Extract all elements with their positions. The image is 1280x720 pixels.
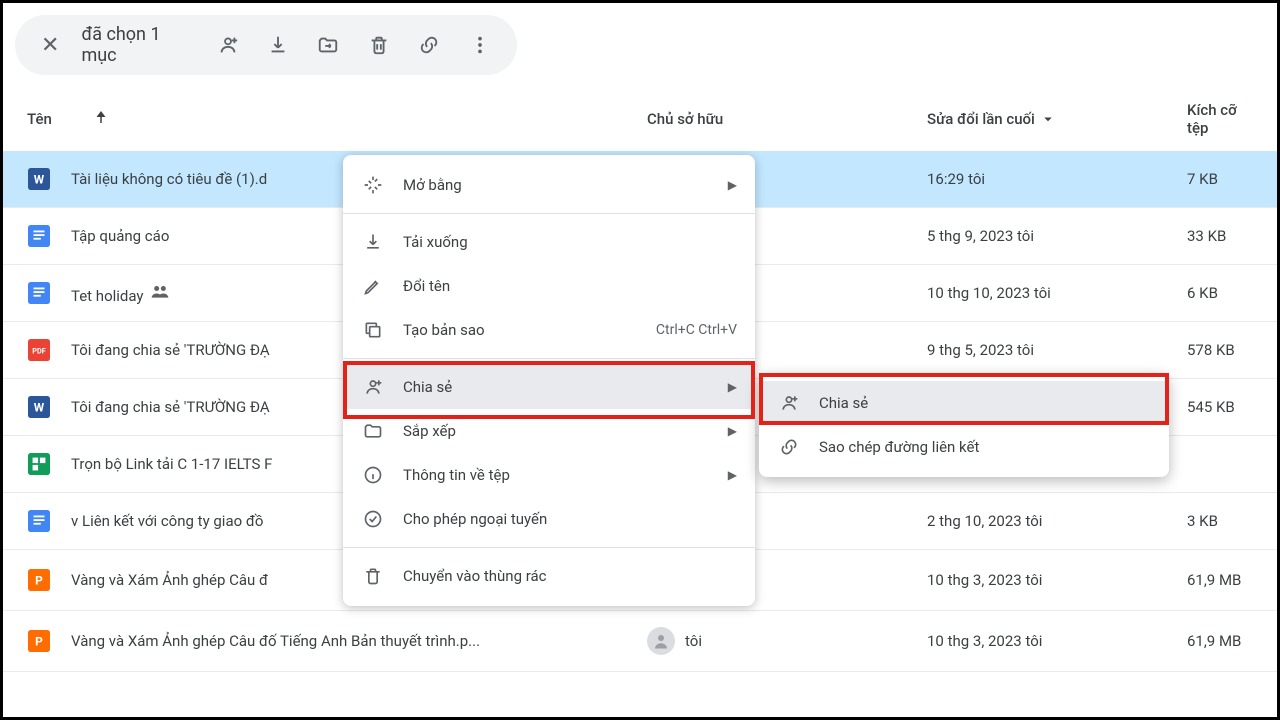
- menu-open-with[interactable]: Mở bằng ▶: [343, 163, 755, 207]
- modified-date: 10 thg 3, 2023 tôi: [927, 632, 1187, 650]
- modified-date: 10 thg 3, 2023 tôi: [927, 571, 1187, 589]
- share-icon: [777, 393, 801, 413]
- chevron-right-icon: ▶: [728, 380, 737, 394]
- menu-offline[interactable]: Cho phép ngoại tuyến: [343, 497, 755, 541]
- file-size: 6 KB: [1187, 284, 1257, 302]
- file-size: 33 KB: [1187, 227, 1257, 245]
- file-name: Tài liệu không có tiêu đề (1).d: [71, 170, 267, 188]
- folder-icon: [361, 421, 385, 441]
- pdf-file-icon: PDF: [27, 338, 51, 362]
- modified-date: 9 thg 5, 2023 tôi: [927, 341, 1187, 359]
- word-file-icon: W: [27, 395, 51, 419]
- menu-rename[interactable]: Đổi tên: [343, 264, 755, 308]
- share-submenu: Chia sẻ Sao chép đường liên kết: [759, 373, 1169, 477]
- file-row[interactable]: P Vàng và Xám Ảnh ghép Câu đố Tiếng Anh B…: [3, 611, 1277, 672]
- svg-text:W: W: [34, 401, 45, 415]
- column-name[interactable]: Tên: [27, 110, 52, 128]
- column-modified[interactable]: Sửa đổi lần cuối: [927, 110, 1187, 128]
- rename-icon: [361, 276, 385, 296]
- offline-icon: [361, 509, 385, 529]
- sheets-file-icon: [27, 452, 51, 476]
- file-name: Trọn bộ Link tải C 1-17 IELTS F: [71, 455, 272, 473]
- menu-organize[interactable]: Sắp xếp ▶: [343, 409, 755, 453]
- menu-divider: [343, 547, 755, 548]
- sort-asc-icon[interactable]: [92, 108, 110, 130]
- file-size: 61,9 MB: [1187, 571, 1257, 589]
- modified-date: 5 thg 9, 2023 tôi: [927, 227, 1187, 245]
- slides-file-icon: P: [27, 568, 51, 592]
- file-name: Tập quảng cáo: [71, 227, 169, 245]
- download-icon: [361, 232, 385, 252]
- context-menu: Mở bằng ▶ Tải xuống Đổi tên Tạo bản sao …: [343, 155, 755, 606]
- link-icon: [777, 437, 801, 457]
- file-size: 578 KB: [1187, 341, 1257, 359]
- file-name: v Liên kết với công ty giao đồ: [71, 512, 263, 530]
- file-name: Tet holiday: [71, 281, 170, 305]
- submenu-share[interactable]: Chia sẻ: [759, 381, 1169, 425]
- file-size: 61,9 MB: [1187, 632, 1257, 650]
- move-icon[interactable]: [311, 23, 345, 67]
- chevron-right-icon: ▶: [728, 178, 737, 192]
- column-owner[interactable]: Chủ sở hữu: [647, 110, 927, 128]
- copy-icon: [361, 320, 385, 340]
- close-icon[interactable]: ✕: [35, 29, 65, 62]
- file-name: Tôi đang chia sẻ 'TRƯỜNG ĐẠ: [71, 398, 270, 416]
- file-size: 7 KB: [1187, 170, 1257, 188]
- word-file-icon: W: [27, 167, 51, 191]
- menu-divider: [343, 358, 755, 359]
- menu-make-copy[interactable]: Tạo bản sao Ctrl+C Ctrl+V: [343, 308, 755, 352]
- menu-trash[interactable]: Chuyển vào thùng rác: [343, 554, 755, 598]
- chevron-right-icon: ▶: [728, 468, 737, 482]
- svg-text:P: P: [35, 635, 43, 649]
- svg-text:P: P: [35, 574, 43, 588]
- menu-file-info[interactable]: Thông tin về tệp ▶: [343, 453, 755, 497]
- svg-text:W: W: [34, 173, 45, 187]
- submenu-copy-link[interactable]: Sao chép đường liên kết: [759, 425, 1169, 469]
- menu-divider: [343, 213, 755, 214]
- chevron-right-icon: ▶: [728, 424, 737, 438]
- trash-icon[interactable]: [362, 23, 396, 67]
- modified-date: 10 thg 10, 2023 tôi: [927, 284, 1187, 302]
- modified-date: 16:29 tôi: [927, 170, 1187, 188]
- file-name: Vàng và Xám Ảnh ghép Câu đ: [71, 571, 268, 589]
- owner-label: tôi: [685, 632, 702, 650]
- trash-icon: [361, 566, 385, 586]
- file-name: Vàng và Xám Ảnh ghép Câu đố Tiếng Anh Bả…: [71, 632, 480, 650]
- shortcut-text: Ctrl+C Ctrl+V: [656, 322, 737, 338]
- slides-file-icon: P: [27, 629, 51, 653]
- link-icon[interactable]: [412, 23, 446, 67]
- docs-file-icon: [27, 281, 51, 305]
- avatar: [647, 627, 675, 655]
- more-icon[interactable]: [463, 23, 497, 67]
- share-person-icon[interactable]: [210, 23, 244, 67]
- file-size: 3 KB: [1187, 512, 1257, 530]
- file-name: Tôi đang chia sẻ 'TRƯỜNG ĐẠ: [71, 341, 270, 359]
- menu-download[interactable]: Tải xuống: [343, 220, 755, 264]
- docs-file-icon: [27, 224, 51, 248]
- modified-date: 2 thg 10, 2023 tôi: [927, 512, 1187, 530]
- selection-toolbar: ✕ đã chọn 1 mục: [15, 15, 517, 75]
- column-header-row: Tên Chủ sở hữu Sửa đổi lần cuối Kích cỡ …: [3, 87, 1277, 151]
- open-with-icon: [361, 175, 385, 195]
- docs-file-icon: [27, 509, 51, 533]
- shared-icon: [150, 281, 170, 301]
- info-icon: [361, 465, 385, 485]
- menu-share[interactable]: Chia sẻ ▶: [343, 365, 755, 409]
- svg-text:PDF: PDF: [32, 347, 46, 356]
- download-icon[interactable]: [261, 23, 295, 67]
- selection-count: đã chọn 1 mục: [81, 24, 174, 66]
- column-size[interactable]: Kích cỡ tệp: [1187, 101, 1257, 137]
- file-size: 545 KB: [1187, 398, 1257, 416]
- share-icon: [361, 377, 385, 397]
- dropdown-icon: [1039, 110, 1057, 128]
